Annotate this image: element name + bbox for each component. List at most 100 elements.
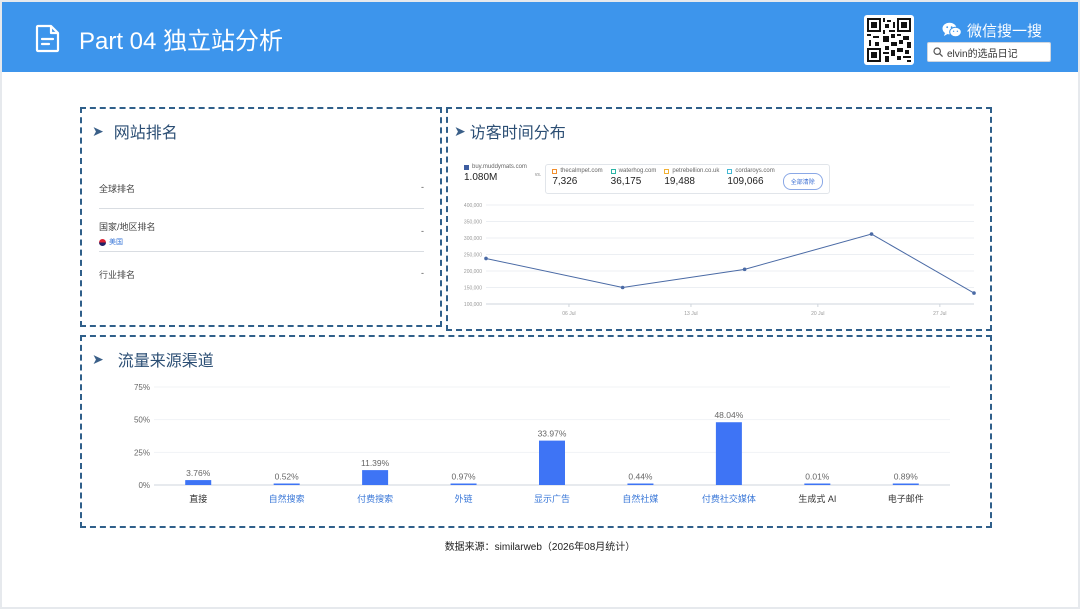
arrow-icon: ➤ — [92, 350, 104, 367]
legend-value: 7,326 — [552, 176, 578, 187]
legend-item-main[interactable]: buy.muddymats.com 1.080M — [464, 164, 527, 183]
legend-item[interactable]: cordaroys.com 109,066 — [727, 168, 775, 190]
bar-value-label: 3.76% — [186, 468, 211, 478]
bar — [892, 483, 919, 485]
bar — [715, 422, 742, 485]
category-label: 自然搜索 — [269, 493, 305, 504]
qr-code — [864, 15, 914, 65]
bar-value-label: 11.39% — [361, 458, 390, 468]
bar — [273, 483, 300, 485]
y-tick-label: 100,000 — [464, 302, 482, 308]
legend-name: buy.muddymats.com — [472, 164, 527, 170]
traffic-panel-title: 流量来源渠道 — [117, 353, 214, 370]
data-point — [484, 256, 488, 261]
arrow-icon: ➤ — [454, 122, 466, 139]
category-label: 付费社交媒体 — [702, 493, 756, 504]
legend-swatch — [552, 168, 558, 174]
category-label: 电子邮件 — [888, 493, 924, 504]
bar-value-label: 33.97% — [538, 429, 567, 439]
vs-label: vs. — [534, 172, 542, 178]
y-tick-label: 300,000 — [464, 236, 482, 242]
search-input[interactable]: elvin的选品日记 — [927, 42, 1051, 62]
y-tick-label: 200,000 — [464, 269, 482, 275]
traffic-bar-chart: 75% 50% 25% 0% 3.76% 直接 0.52% 自然搜索 11.39% 付费搜索 0.9… — [134, 383, 950, 504]
visits-panel-title: 访客时间分布 — [469, 125, 566, 142]
data-source-note: 数据来源：similarweb（2026年08月统计） — [444, 542, 636, 553]
x-tick-label: 13 Jul — [684, 311, 697, 317]
category-label: 外链 — [455, 493, 473, 504]
category-label: 直接 — [189, 493, 207, 504]
series-line — [485, 233, 975, 294]
bar — [185, 480, 212, 485]
arrow-icon: ➤ — [92, 122, 104, 139]
category-label: 生成式 AI — [798, 493, 836, 504]
y-tick-label: 400,000 — [464, 203, 482, 209]
traffic-panel: ➤ 流量来源渠道 75% 50% 25% 0% 3.76% 直接 0.52% 自然搜索 11.3… — [80, 335, 992, 528]
bar — [627, 483, 654, 485]
legend-item[interactable]: waterhog.com 36,175 — [610, 168, 657, 190]
y-tick-label: 350,000 — [464, 220, 482, 226]
y-tick-label: 0% — [138, 481, 150, 490]
page-title: Part 04 独立站分析 — [79, 28, 284, 55]
wechat-label-text: 微信搜一搜 — [967, 22, 1043, 40]
data-point — [742, 267, 747, 272]
category-label: 显示广告 — [534, 493, 570, 504]
y-tick-label: 150,000 — [464, 286, 482, 292]
rank-value: - — [421, 226, 424, 236]
x-tick-label: 06 Jul — [562, 311, 575, 317]
legend-item[interactable]: thecalmpet.com 7,326 — [552, 168, 603, 190]
y-tick-label: 50% — [134, 416, 150, 425]
divider — [99, 208, 424, 209]
rank-panel-title: 网站排名 — [113, 125, 178, 142]
bar — [539, 440, 565, 485]
legend-name: petrebellion.co.uk — [672, 168, 720, 174]
rank-row-industry: 行业排名 - — [99, 268, 424, 281]
bar-value-label: 0.01% — [805, 472, 830, 482]
flag-icon — [99, 238, 106, 246]
country-name: 美国 — [109, 239, 123, 246]
x-tick-label: 27 Jul — [933, 311, 946, 317]
legend-value: 109,066 — [727, 176, 764, 187]
clear-all-button[interactable]: 全部清除 — [782, 173, 823, 190]
rank-label: 国家/地区排名 — [99, 222, 156, 232]
bar — [450, 483, 477, 485]
bar-value-label: 48.04% — [714, 410, 743, 420]
traffic-panel-header: ➤ 流量来源渠道 — [92, 347, 214, 371]
rank-row-global: 全球排名 - — [99, 182, 424, 195]
search-text: elvin的选品日记 — [947, 48, 1018, 60]
rank-label: 行业排名 — [99, 270, 136, 280]
bar — [804, 483, 831, 485]
rank-value: - — [421, 268, 424, 278]
legend-name: cordaroys.com — [735, 168, 775, 174]
rank-panel: ➤ 网站排名 全球排名 - 国家/地区排名 - 美国 行业排名 - — [80, 107, 442, 327]
bar-value-label: 0.52% — [275, 472, 300, 482]
legend-value: 1.080M — [464, 172, 498, 183]
legend-name: waterhog.com — [618, 168, 657, 174]
category-label: 付费搜索 — [357, 493, 393, 504]
legend-swatch — [664, 168, 670, 174]
legend-value: 36,175 — [610, 176, 642, 187]
category-label: 自然社媒 — [622, 493, 658, 504]
data-point — [972, 291, 976, 295]
rank-value: - — [421, 182, 424, 192]
bar-value-label: 0.89% — [894, 472, 919, 482]
x-tick-label: 20 Jul — [811, 311, 824, 317]
y-tick-label: 250,000 — [464, 253, 482, 259]
bar-value-label: 0.97% — [452, 472, 477, 482]
y-tick-label: 25% — [134, 448, 150, 457]
search-icon — [933, 47, 943, 57]
wechat-icon — [942, 22, 962, 38]
legend-swatch — [464, 164, 469, 170]
data-point — [869, 232, 874, 236]
country-flag[interactable]: 美国 — [99, 237, 424, 247]
legend-swatch — [727, 168, 733, 174]
slide: Part 04 独立站分析 微信搜一搜 elvin的选品日记 ➤ 网站排名 全球… — [2, 2, 1078, 607]
legend-item[interactable]: petrebellion.co.uk 19,488 — [664, 168, 719, 190]
legend-value: 19,488 — [664, 176, 695, 187]
rank-panel-header: ➤ 网站排名 — [92, 119, 178, 143]
legend-name: thecalmpet.com — [560, 168, 603, 174]
header-bar: Part 04 独立站分析 微信搜一搜 elvin的选品日记 — [2, 2, 1078, 72]
y-tick-label: 75% — [134, 383, 150, 392]
legend-swatch — [610, 168, 616, 174]
divider — [99, 251, 424, 252]
